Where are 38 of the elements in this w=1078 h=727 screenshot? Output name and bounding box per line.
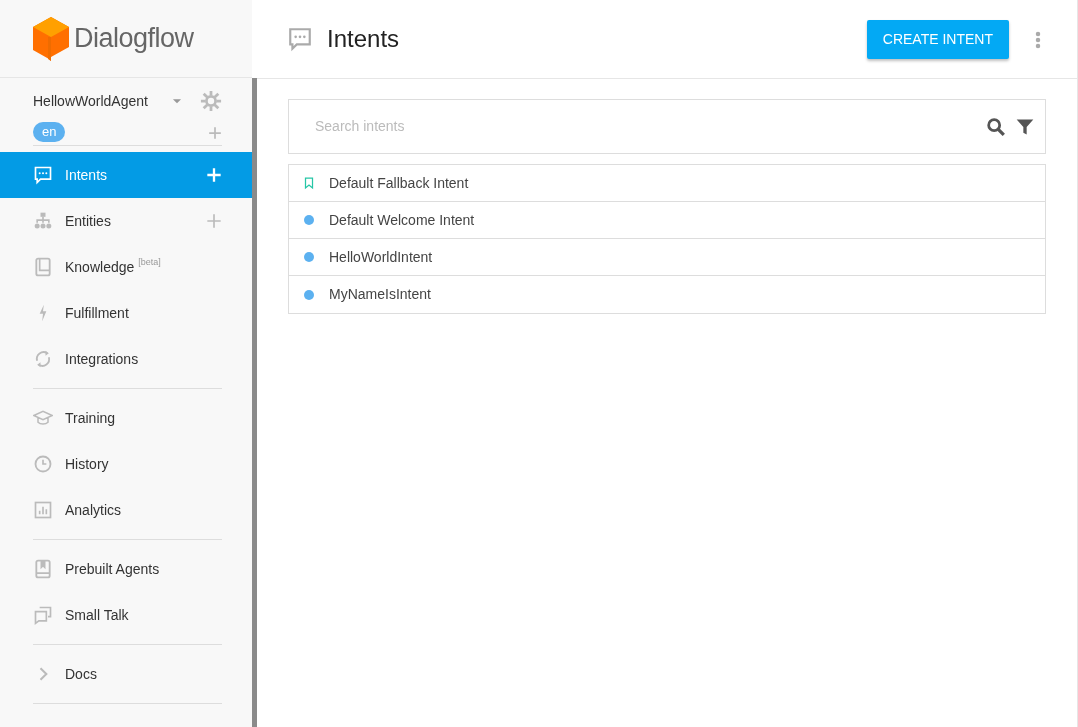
sidebar-item[interactable]: Prebuilt Agents [0, 546, 252, 592]
book-icon [33, 257, 53, 277]
chat-icon [287, 26, 313, 52]
sidebar-item[interactable]: Integrations [0, 336, 252, 382]
settings-icon[interactable] [200, 90, 222, 112]
page-title: Intents [327, 24, 401, 54]
scrollbar[interactable] [252, 78, 257, 727]
bookmark-icon [303, 176, 315, 190]
status-dot [304, 289, 314, 300]
chat-bubbles-icon [33, 605, 53, 625]
graduation-cap-icon [33, 408, 53, 428]
status-dot [304, 215, 314, 225]
clock-icon [33, 454, 53, 474]
sidebar-item[interactable]: Fulfillment [0, 290, 252, 336]
hierarchy-icon [33, 211, 53, 231]
sidebar-item[interactable]: Analytics [0, 487, 252, 533]
sidebar-item[interactable]: Small Talk [0, 592, 252, 638]
refresh-icon [33, 349, 53, 369]
sidebar-item[interactable]: Entities [0, 198, 252, 244]
intent-name[interactable]: Default Welcome Intent [329, 209, 475, 231]
sidebar-item[interactable]: History [0, 441, 252, 487]
logo-text: Dialogflow [74, 22, 194, 56]
book-icon [33, 559, 53, 579]
plus-icon[interactable] [206, 213, 222, 229]
chat-icon [33, 165, 53, 185]
sidebar-item[interactable]: Training [0, 395, 252, 441]
status-dot [304, 252, 314, 262]
search-icon[interactable] [985, 115, 1007, 138]
agent-name[interactable]: HellowWorldAgent [33, 90, 148, 112]
sidebar-item[interactable]: Docs [0, 651, 252, 697]
sidebar-item[interactable]: Knowledge $^{[beta]}$ [0, 244, 252, 290]
cube-logo-icon [32, 16, 70, 61]
plus-icon [208, 125, 222, 140]
search-bar[interactable]: Search intents [288, 99, 1046, 154]
bar-chart-icon [33, 500, 53, 520]
intent-name[interactable]: Default Fallback Intent [329, 172, 469, 194]
intent-name[interactable]: HelloWorldIntent [329, 246, 433, 268]
intent-name[interactable]: MyNameIsIntent [329, 284, 431, 305]
